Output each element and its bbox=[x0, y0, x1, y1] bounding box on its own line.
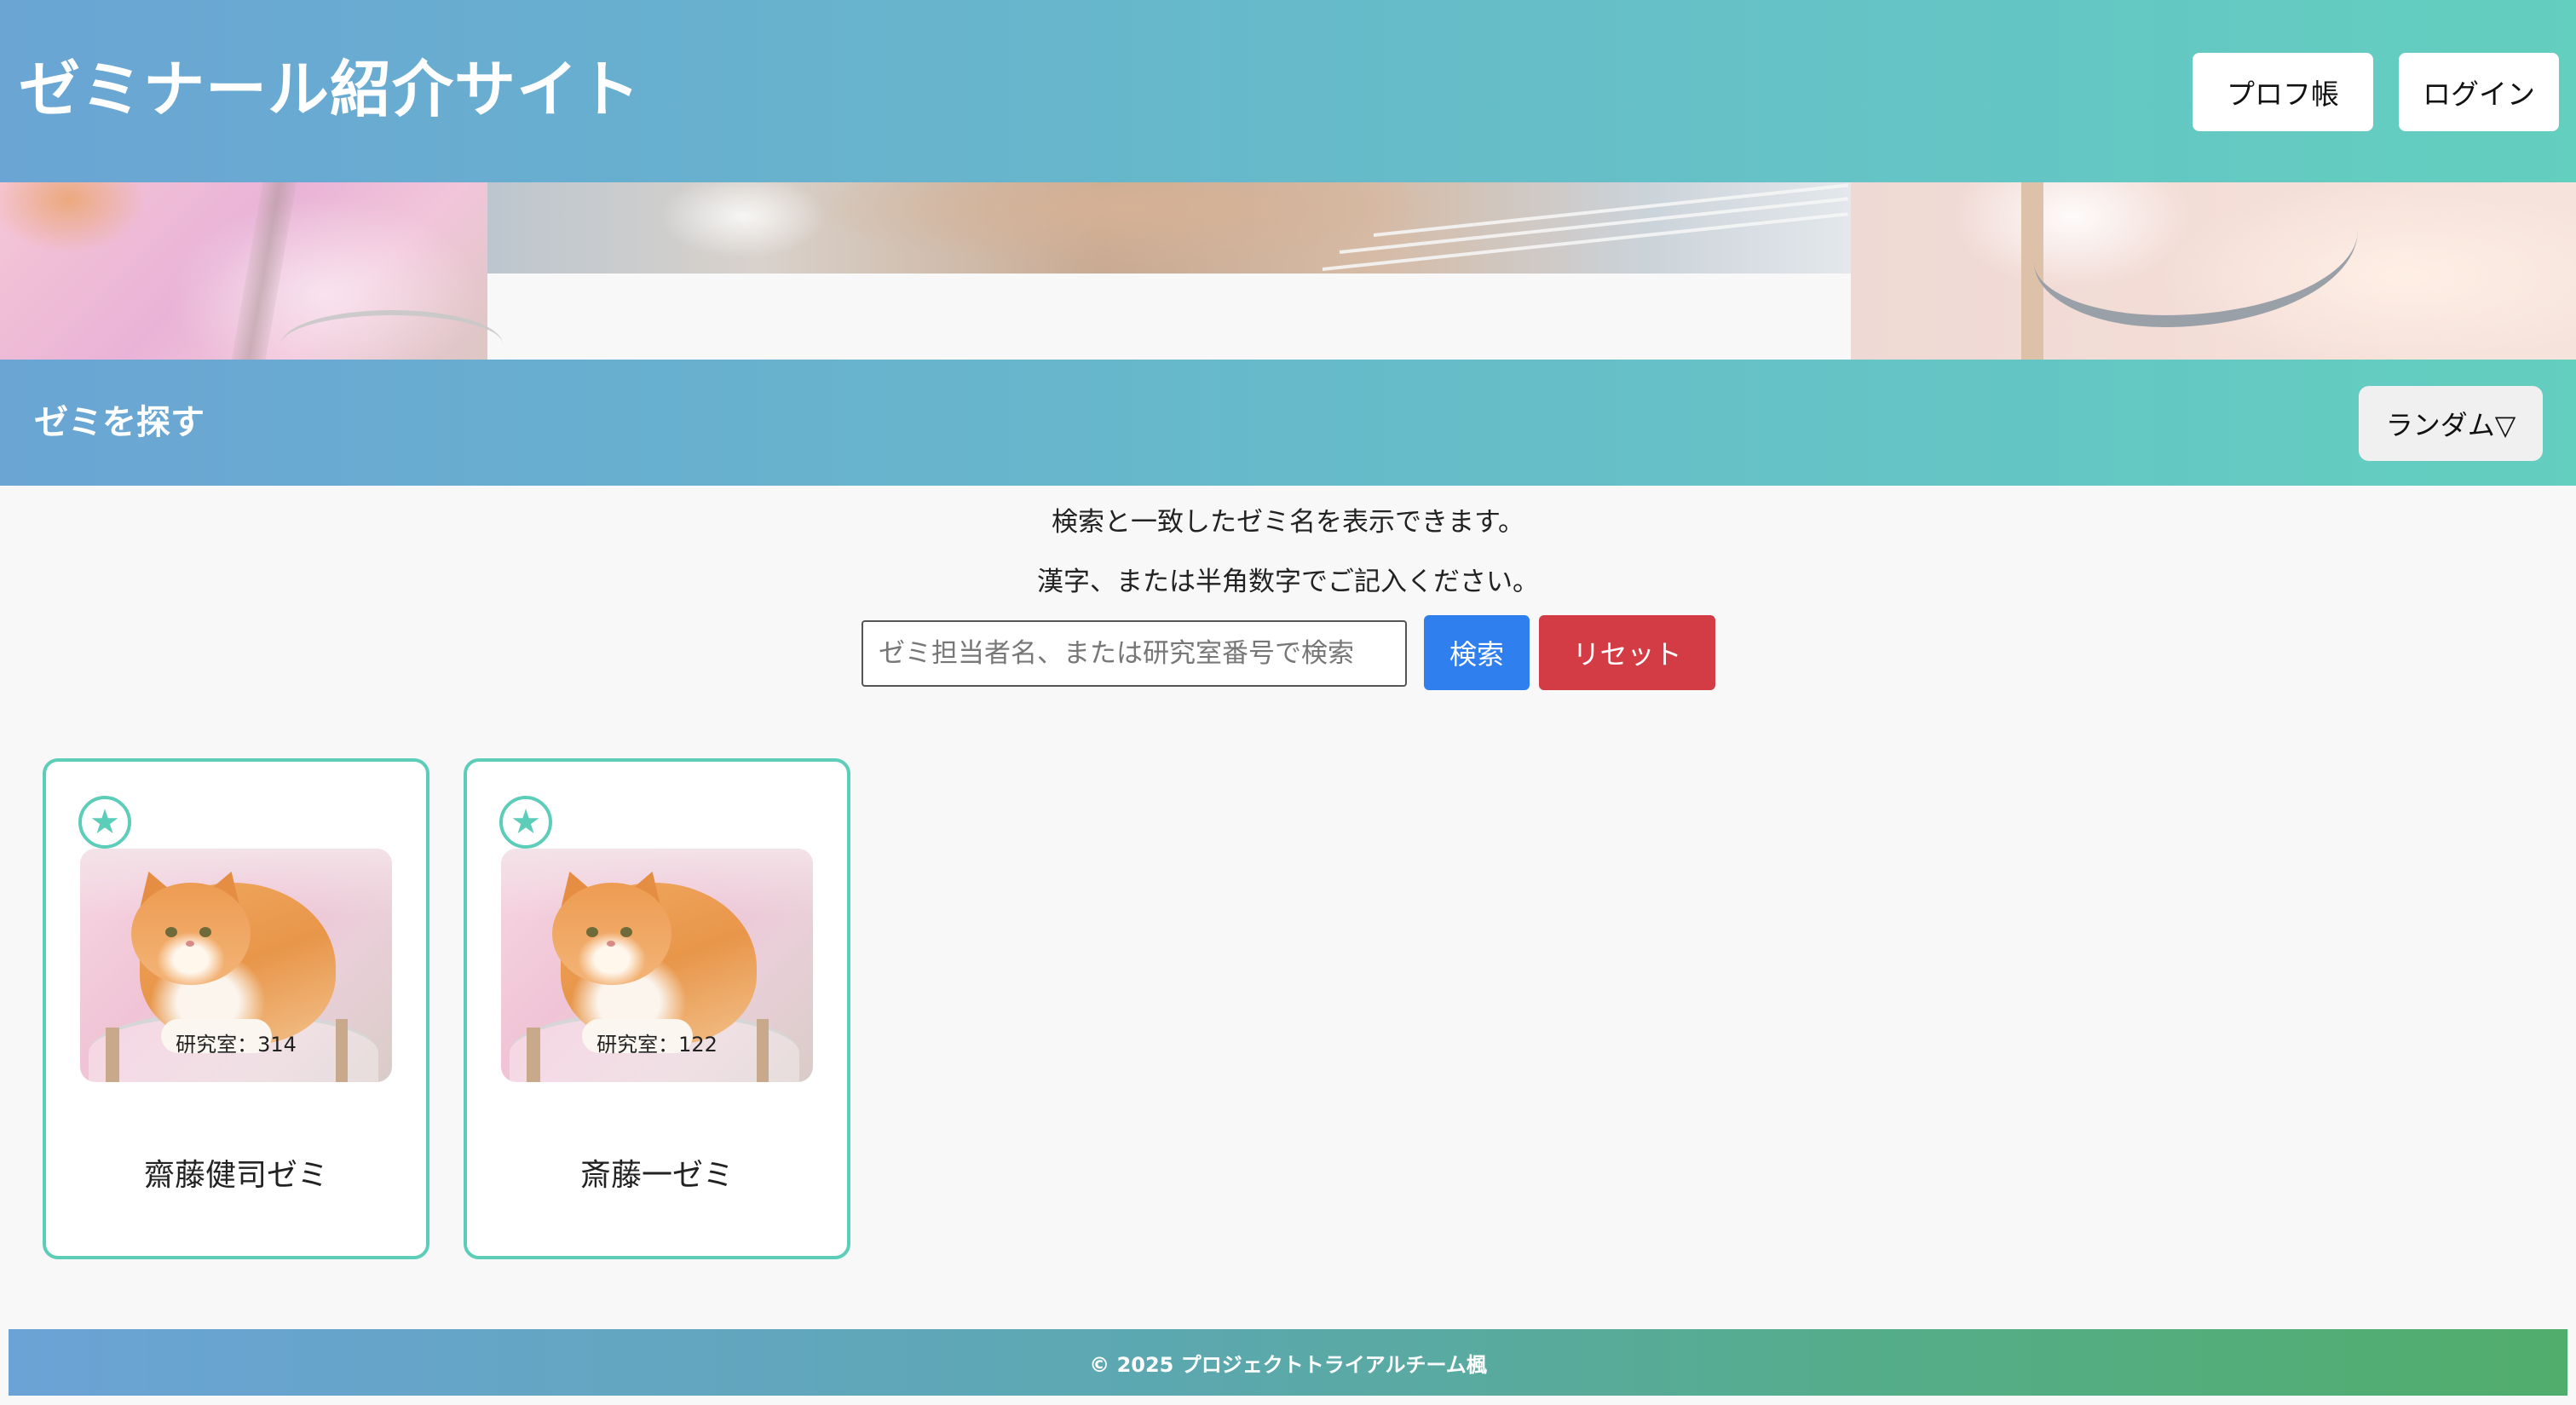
lab-room-number: 研究室：314 bbox=[176, 1033, 297, 1057]
hero-banner bbox=[0, 182, 2576, 360]
sort-dropdown-button[interactable]: ランダム▽ bbox=[2359, 386, 2543, 461]
banner-image-center bbox=[487, 182, 1851, 274]
search-description: 検索と一致したゼミ名を表示できます。 bbox=[1052, 507, 1524, 538]
login-button[interactable]: ログイン bbox=[2399, 53, 2559, 131]
site-footer: © 2025 プロジェクトトライアルチーム楓 bbox=[9, 1329, 2567, 1396]
site-header: ゼミナール紹介サイト プロフ帳 ログイン bbox=[0, 0, 2576, 182]
reset-button[interactable]: リセット bbox=[1539, 615, 1715, 690]
section-title: ゼミを探す bbox=[34, 403, 205, 442]
search-section-header: ゼミを探す ランダム▽ bbox=[0, 360, 2576, 486]
banner-image-left bbox=[0, 182, 503, 360]
star-icon[interactable]: ★ bbox=[78, 796, 131, 849]
seminar-name[interactable]: 斎藤一ゼミ bbox=[467, 1155, 847, 1196]
banner-image-right bbox=[1851, 182, 2576, 360]
prof-book-button[interactable]: プロフ帳 bbox=[2193, 53, 2373, 131]
copyright-text: © 2025 プロジェクトトライアルチーム楓 bbox=[1089, 1352, 1487, 1377]
search-button[interactable]: 検索 bbox=[1424, 615, 1530, 690]
search-instructions: 漢字、または半角数字でご記入ください。 bbox=[1037, 567, 1539, 597]
seminar-name[interactable]: 齋藤健司ゼミ bbox=[46, 1155, 426, 1196]
search-input[interactable] bbox=[862, 620, 1407, 687]
seminar-card[interactable]: ★ 研究室：122 斎藤一ゼミ bbox=[464, 758, 850, 1259]
site-title[interactable]: ゼミナール紹介サイト bbox=[19, 51, 641, 128]
star-icon[interactable]: ★ bbox=[499, 796, 552, 849]
lab-room-number: 研究室：122 bbox=[596, 1033, 717, 1057]
seminar-card[interactable]: ★ 研究室：314 齋藤健司ゼミ bbox=[43, 758, 429, 1259]
